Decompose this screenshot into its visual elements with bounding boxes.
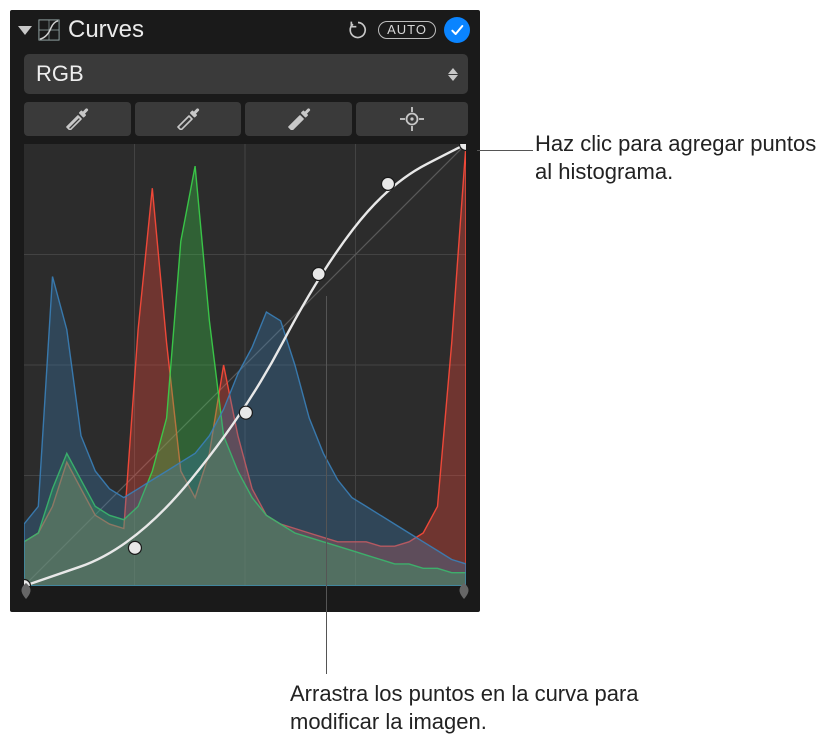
callout-add-point: Haz clic para agregar puntos al histogra… <box>535 130 825 185</box>
disclosure-triangle-icon[interactable] <box>18 26 32 35</box>
callout-drag-point: Arrastra los puntos en la curva para mod… <box>290 680 690 735</box>
curves-graph-wrap <box>10 140 480 604</box>
eyedropper-row <box>10 98 480 140</box>
stepper-icon <box>448 68 458 81</box>
enabled-checkmark-icon[interactable] <box>444 17 470 43</box>
white-point-eyedropper-button[interactable] <box>245 102 352 136</box>
black-point-marker-icon[interactable] <box>18 582 34 600</box>
range-markers <box>24 586 466 604</box>
channel-select[interactable]: RGB <box>24 54 468 94</box>
gray-point-eyedropper-button[interactable] <box>135 102 242 136</box>
panel-title: Curves <box>68 16 342 44</box>
tone-curve[interactable] <box>24 144 466 586</box>
curves-panel: Curves AUTO RGB <box>10 10 480 612</box>
channel-row: RGB <box>10 48 480 98</box>
white-point-marker-icon[interactable] <box>456 582 472 600</box>
callout-leader-line-2 <box>326 296 327 674</box>
callout-leader-line <box>477 150 533 151</box>
reset-icon[interactable] <box>348 20 368 40</box>
curves-graph[interactable] <box>24 144 466 586</box>
add-point-button[interactable] <box>356 102 468 136</box>
curves-header: Curves AUTO <box>10 10 480 48</box>
curves-icon <box>38 19 60 41</box>
channel-select-label: RGB <box>36 61 84 87</box>
black-point-eyedropper-button[interactable] <box>24 102 131 136</box>
auto-button[interactable]: AUTO <box>378 21 436 39</box>
